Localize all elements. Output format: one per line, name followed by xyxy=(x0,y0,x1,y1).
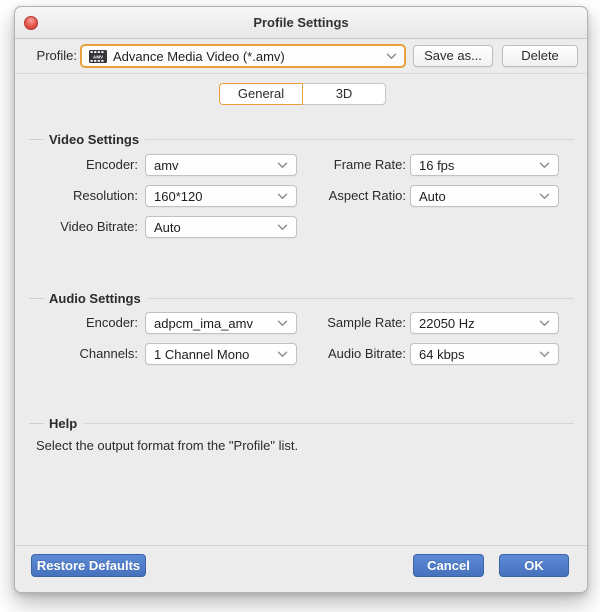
title-bar: Profile Settings xyxy=(15,7,587,39)
video-bitrate-select[interactable]: Auto xyxy=(145,216,297,238)
profile-settings-dialog: Profile Settings Profile: AMV Advance Me… xyxy=(14,6,588,593)
video-settings-title: Video Settings xyxy=(44,132,145,147)
restore-defaults-button[interactable]: Restore Defaults xyxy=(31,554,146,577)
audio-encoder-select[interactable]: adpcm_ima_amv xyxy=(145,312,297,334)
resolution-label: Resolution: xyxy=(29,184,138,208)
audio-encoder-label: Encoder: xyxy=(29,311,138,335)
save-as-button[interactable]: Save as... xyxy=(413,45,493,67)
audio-settings-title: Audio Settings xyxy=(44,291,147,306)
tab-bar: General 3D xyxy=(219,83,386,105)
profile-select[interactable]: AMV Advance Media Video (*.amv) xyxy=(80,44,406,68)
chevron-down-icon xyxy=(539,193,550,200)
help-title: Help xyxy=(44,416,83,431)
chevron-down-icon xyxy=(386,53,397,60)
resolution-select[interactable]: 160*120 xyxy=(145,185,297,207)
chevron-down-icon xyxy=(277,224,288,231)
profile-row-divider xyxy=(15,73,587,74)
audio-settings-header: Audio Settings xyxy=(29,290,574,306)
aspect-ratio-select[interactable]: Auto xyxy=(410,185,559,207)
chevron-down-icon xyxy=(539,351,550,358)
footer-divider xyxy=(15,545,587,546)
help-header: Help xyxy=(29,415,574,431)
sample-rate-select[interactable]: 22050 Hz xyxy=(410,312,559,334)
profile-select-value: Advance Media Video (*.amv) xyxy=(113,49,386,64)
profile-label: Profile: xyxy=(31,44,77,68)
video-settings-header: Video Settings xyxy=(29,131,574,147)
close-icon[interactable] xyxy=(24,16,38,30)
chevron-down-icon xyxy=(539,320,550,327)
chevron-down-icon xyxy=(277,193,288,200)
chevron-down-icon xyxy=(539,162,550,169)
chevron-down-icon xyxy=(277,351,288,358)
chevron-down-icon xyxy=(277,320,288,327)
channels-label: Channels: xyxy=(29,342,138,366)
channels-select[interactable]: 1 Channel Mono xyxy=(145,343,297,365)
audio-bitrate-label: Audio Bitrate: xyxy=(295,342,406,366)
help-text: Select the output format from the "Profi… xyxy=(36,438,298,453)
cancel-button[interactable]: Cancel xyxy=(413,554,484,577)
video-encoder-label: Encoder: xyxy=(29,153,138,177)
frame-rate-select[interactable]: 16 fps xyxy=(410,154,559,176)
sample-rate-label: Sample Rate: xyxy=(295,311,406,335)
frame-rate-label: Frame Rate: xyxy=(295,153,406,177)
video-bitrate-label: Video Bitrate: xyxy=(29,215,138,239)
tab-3d[interactable]: 3D xyxy=(302,83,386,105)
tab-general[interactable]: General xyxy=(219,83,303,105)
delete-button[interactable]: Delete xyxy=(502,45,578,67)
window-title: Profile Settings xyxy=(15,7,587,38)
svg-text:AMV: AMV xyxy=(93,54,104,59)
amv-filmstrip-icon: AMV xyxy=(89,50,107,63)
chevron-down-icon xyxy=(277,162,288,169)
video-encoder-select[interactable]: amv xyxy=(145,154,297,176)
aspect-ratio-label: Aspect Ratio: xyxy=(295,184,406,208)
audio-bitrate-select[interactable]: 64 kbps xyxy=(410,343,559,365)
ok-button[interactable]: OK xyxy=(499,554,569,577)
